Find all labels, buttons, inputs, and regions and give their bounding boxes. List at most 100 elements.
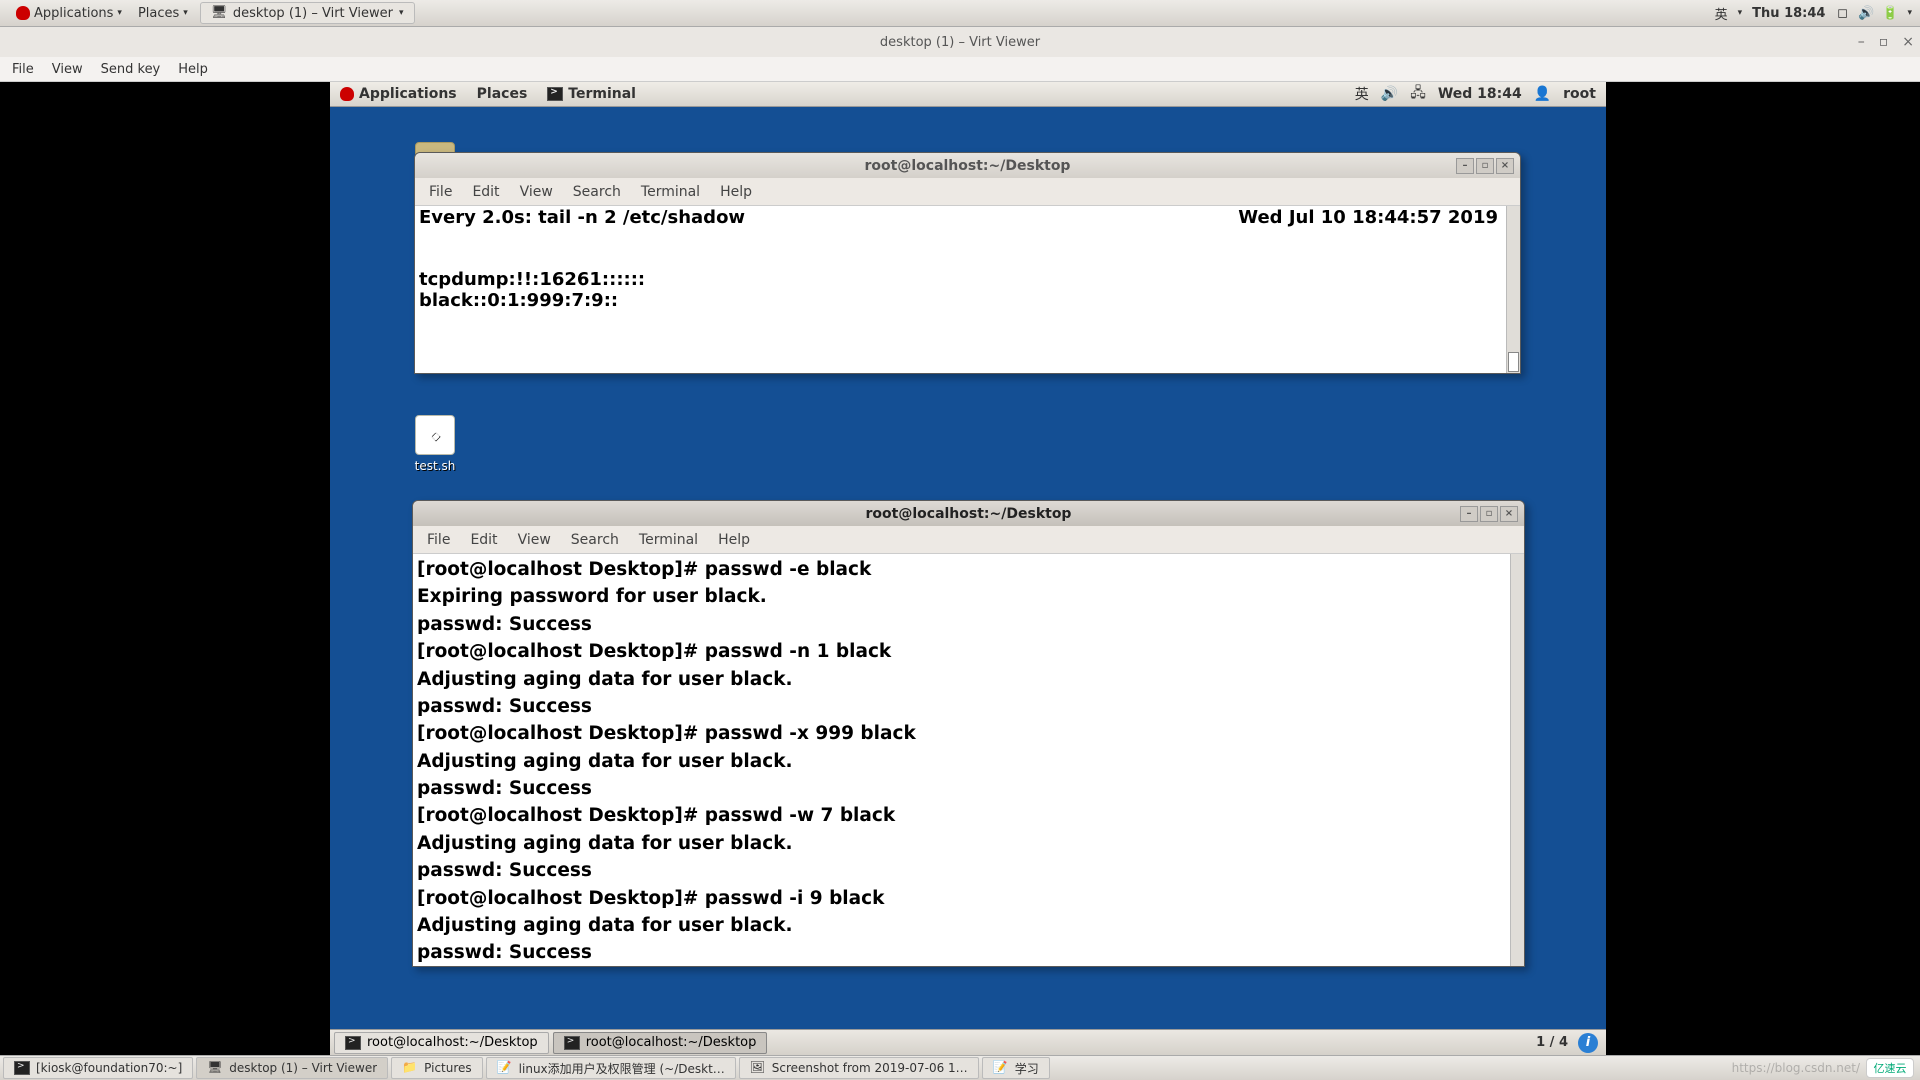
host-task-screenshot[interactable]: 🖼Screenshot from 2019-07-06 1…: [739, 1057, 979, 1079]
term-menu-search[interactable]: Search: [561, 532, 629, 548]
terminal2-title: root@localhost:~/Desktop: [866, 506, 1072, 522]
terminal-window-watch[interactable]: root@localhost:~/Desktop – ▫ × File Edit…: [414, 152, 1521, 374]
terminal2-line: Adjusting aging data for user black.: [417, 830, 1520, 857]
close-button[interactable]: ×: [1496, 158, 1514, 174]
term-menu-file[interactable]: File: [417, 532, 460, 548]
network-icon[interactable]: 🖧: [1410, 82, 1426, 106]
term-menu-terminal[interactable]: Terminal: [631, 184, 710, 200]
terminal-icon: [14, 1061, 30, 1075]
virt-viewer-menubar: File View Send key Help: [0, 57, 1920, 82]
volume-icon[interactable]: 🔊: [1381, 86, 1398, 102]
terminal2-line: Adjusting aging data for user black.: [417, 666, 1520, 693]
applications-label: Applications: [34, 6, 113, 21]
host-task-label: Screenshot from 2019-07-06 1…: [772, 1061, 968, 1075]
close-button[interactable]: ×: [1500, 506, 1518, 522]
host-ime-indicator[interactable]: 英: [1715, 4, 1728, 23]
terminal2-line: [root@localhost Desktop]# passwd -w 7 bl…: [417, 802, 1520, 829]
term-menu-edit[interactable]: Edit: [460, 532, 507, 548]
minimize-button[interactable]: –: [1858, 34, 1865, 50]
guest-top-panel: Applications Places Terminal 英 🔊 🖧 Wed 1…: [330, 82, 1606, 107]
battery-icon[interactable]: 🔋: [1883, 6, 1897, 20]
user-icon: 👤: [1534, 86, 1551, 102]
host-task-gedit[interactable]: 📝 linux添加用户及权限管理 (~/Deskt…: [486, 1057, 736, 1079]
host-task-pictures[interactable]: 📁Pictures: [391, 1057, 483, 1079]
cursor-block-icon: [1508, 352, 1519, 372]
gedit-icon: 📝: [497, 1060, 513, 1076]
host-clock[interactable]: Thu 18:44: [1752, 6, 1825, 21]
term-menu-terminal[interactable]: Terminal: [629, 532, 708, 548]
chevron-down-icon: ▾: [399, 8, 404, 18]
places-label: Places: [138, 6, 179, 21]
terminal1-body[interactable]: Every 2.0s: tail -n 2 /etc/shadowWed Jul…: [415, 205, 1520, 373]
terminal2-scrollbar[interactable]: [1510, 554, 1524, 966]
host-task-kiosk[interactable]: [kiosk@foundation70:~]: [3, 1057, 193, 1079]
host-applications-menu[interactable]: Applications ▾: [8, 6, 130, 21]
volume-icon[interactable]: 🔊: [1859, 6, 1873, 20]
minimize-button[interactable]: –: [1460, 506, 1478, 522]
host-task-virtviewer[interactable]: 🖥desktop (1) – Virt Viewer: [196, 1057, 388, 1079]
guest-places-label: Places: [477, 86, 528, 102]
guest-applications-label: Applications: [359, 86, 457, 102]
guest-desktop[interactable]: Applications Places Terminal 英 🔊 🖧 Wed 1…: [330, 82, 1606, 1055]
host-task-study[interactable]: 📝学习: [982, 1057, 1050, 1079]
taskbar-terminal2-button[interactable]: root@localhost:~/Desktop: [553, 1032, 768, 1054]
virt-menu-sendkey[interactable]: Send key: [93, 62, 169, 77]
host-bottom-panel: [kiosk@foundation70:~] 🖥desktop (1) – Vi…: [0, 1055, 1920, 1080]
terminal2-line: passwd: Success: [417, 775, 1520, 802]
chevron-down-icon: ▾: [183, 8, 188, 18]
terminal1-scrollbar[interactable]: [1506, 206, 1520, 373]
terminal-icon: [345, 1036, 361, 1050]
terminal2-line: passwd: Success: [417, 611, 1520, 638]
guest-ime-indicator[interactable]: 英: [1355, 84, 1369, 104]
taskbar-terminal1-button[interactable]: root@localhost:~/Desktop: [334, 1032, 549, 1054]
term-menu-help[interactable]: Help: [710, 184, 762, 200]
terminal2-line: [root@localhost Desktop]# passwd -i 9 bl…: [417, 885, 1520, 912]
workspace-pager[interactable]: 1 / 4: [1526, 1035, 1578, 1050]
term-menu-help[interactable]: Help: [708, 532, 760, 548]
info-icon[interactable]: i: [1578, 1033, 1598, 1053]
guest-clock[interactable]: Wed 18:44: [1438, 86, 1522, 102]
host-task-label: Pictures: [424, 1061, 472, 1075]
terminal2-line: Adjusting aging data for user black.: [417, 912, 1520, 939]
chevron-down-icon: ▾: [1907, 8, 1912, 18]
watch-header-left: Every 2.0s: tail -n 2 /etc/shadow: [419, 208, 745, 229]
virt-menu-view[interactable]: View: [44, 62, 91, 77]
terminal1-title: root@localhost:~/Desktop: [865, 158, 1071, 174]
maximize-button[interactable]: ▫: [1480, 506, 1498, 522]
host-task-label: 学习: [1015, 1060, 1039, 1077]
guest-taskbar: root@localhost:~/Desktop root@localhost:…: [330, 1029, 1606, 1055]
term-menu-view[interactable]: View: [510, 184, 563, 200]
minimize-button[interactable]: –: [1456, 158, 1474, 174]
virt-menu-help[interactable]: Help: [170, 62, 216, 77]
terminal1-titlebar[interactable]: root@localhost:~/Desktop – ▫ ×: [415, 153, 1520, 178]
virt-viewer-titlebar[interactable]: desktop (1) – Virt Viewer – ▫ ×: [0, 27, 1920, 57]
desktop-script-icon[interactable]: ◇ test.sh: [400, 415, 470, 473]
taskbar-terminal2-label: root@localhost:~/Desktop: [586, 1035, 757, 1050]
host-places-menu[interactable]: Places ▾: [130, 6, 196, 21]
running-app-label: desktop (1) – Virt Viewer: [233, 6, 393, 21]
terminal2-line: Adjusting aging data for user black.: [417, 748, 1520, 775]
terminal2-body[interactable]: [root@localhost Desktop]# passwd -e blac…: [413, 553, 1524, 966]
virt-menu-file[interactable]: File: [4, 62, 42, 77]
term-menu-search[interactable]: Search: [563, 184, 631, 200]
taskbar-terminal1-label: root@localhost:~/Desktop: [367, 1035, 538, 1050]
close-button[interactable]: ×: [1902, 34, 1914, 50]
terminal-window-passwd[interactable]: root@localhost:~/Desktop – ▫ × File Edit…: [412, 500, 1525, 967]
guest-places-menu[interactable]: Places: [467, 86, 538, 102]
guest-terminal-launcher[interactable]: Terminal: [537, 86, 646, 102]
terminal2-titlebar[interactable]: root@localhost:~/Desktop – ▫ ×: [413, 501, 1524, 526]
term-menu-edit[interactable]: Edit: [462, 184, 509, 200]
host-task-label: linux添加用户及权限管理 (~/Deskt…: [519, 1060, 725, 1077]
term-menu-view[interactable]: View: [508, 532, 561, 548]
terminal-icon: [564, 1036, 580, 1050]
host-running-app-button[interactable]: 🖥 desktop (1) – Virt Viewer ▾: [200, 2, 415, 24]
watch-blank: [419, 248, 425, 269]
maximize-button[interactable]: ▫: [1879, 34, 1889, 50]
maximize-button[interactable]: ▫: [1476, 158, 1494, 174]
term-menu-file[interactable]: File: [419, 184, 462, 200]
terminal2-line: [root@localhost Desktop]# passwd -n 1 bl…: [417, 638, 1520, 665]
a11y-icon[interactable]: ◻: [1835, 6, 1849, 20]
chevron-down-icon: ▾: [117, 8, 122, 18]
guest-user-label[interactable]: root: [1563, 86, 1596, 102]
guest-applications-menu[interactable]: Applications: [330, 86, 467, 102]
